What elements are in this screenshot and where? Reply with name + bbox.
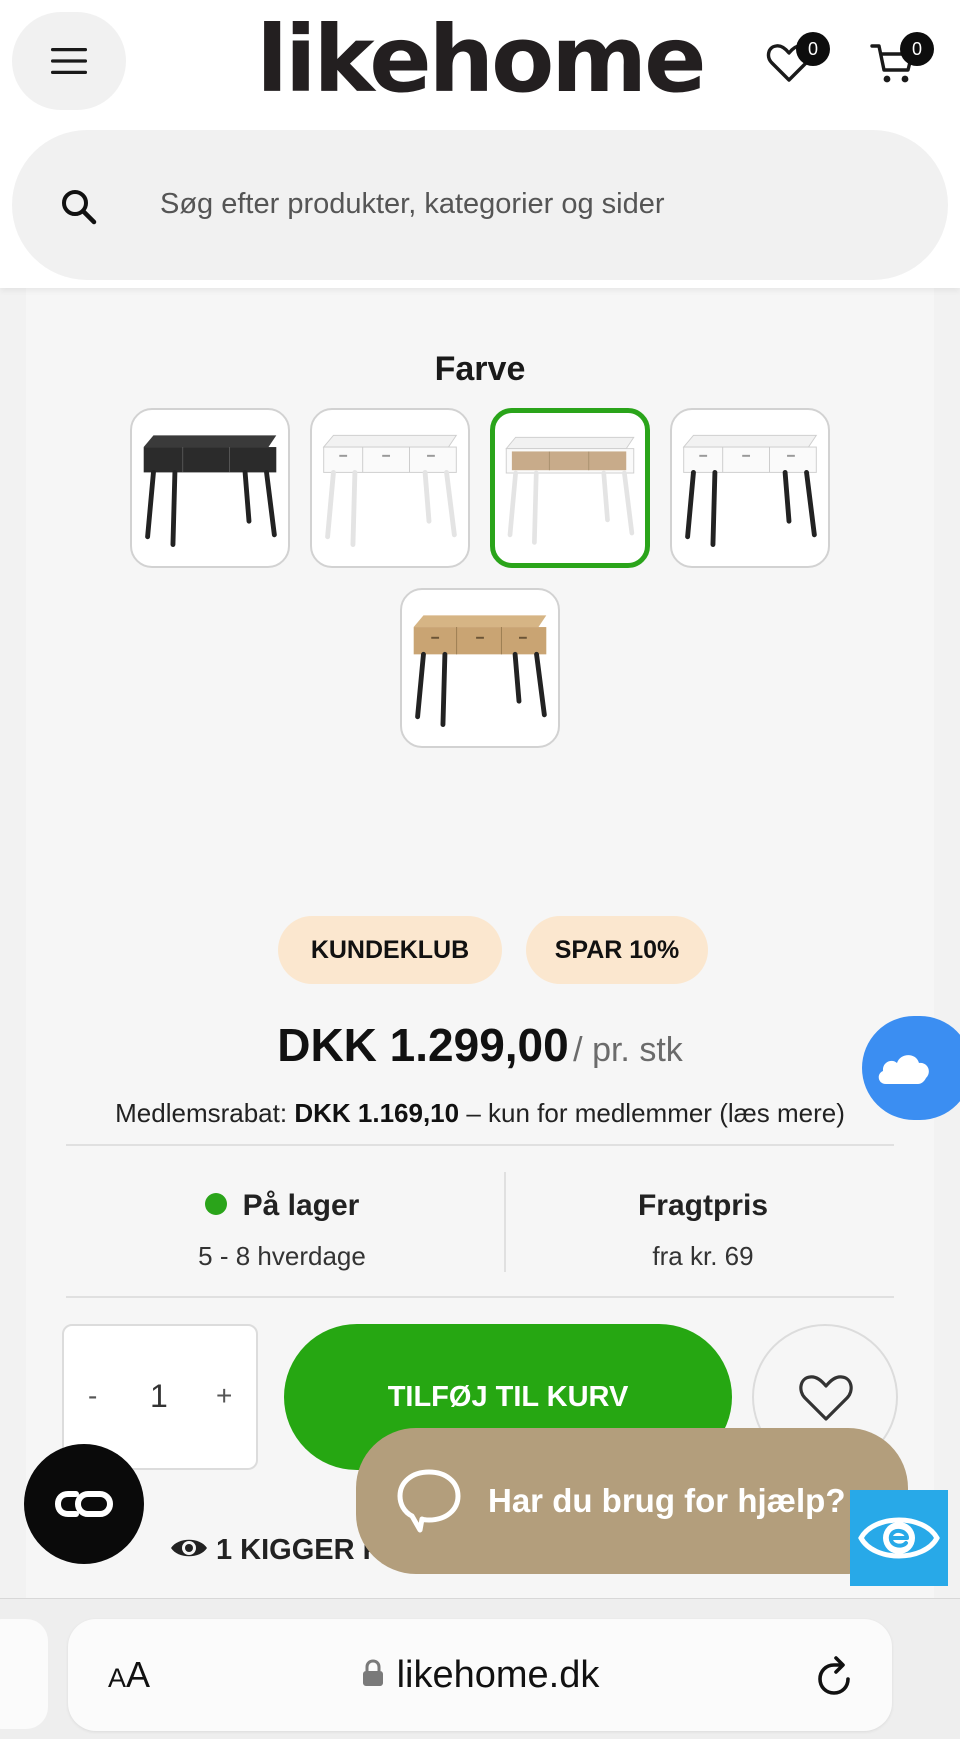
in-stock-dot-icon [204, 1193, 227, 1216]
member-discount[interactable]: Medlemsrabat: DKK 1.169,10 – kun for med… [26, 1098, 934, 1129]
heart-icon [799, 1375, 853, 1421]
desk-image [505, 436, 635, 545]
desk-image [322, 434, 458, 547]
search-icon [62, 190, 97, 225]
wishlist-count-badge: 0 [796, 32, 830, 66]
qty-value[interactable]: 1 [150, 1374, 168, 1418]
vertical-divider [504, 1172, 506, 1272]
qty-minus-button[interactable]: - [88, 1374, 97, 1418]
wishlist-button[interactable]: 0 [766, 32, 830, 92]
help-chat-button[interactable]: Har du brug for hjælp? [356, 1428, 908, 1574]
qty-plus-button[interactable]: + [216, 1374, 232, 1418]
cart-button[interactable]: 0 [870, 32, 934, 92]
cloud-icon [878, 1055, 929, 1084]
color-label: Farve [434, 350, 526, 388]
product-panel: Farve KUNDEKLUB SPAR 10% DKK 1.299,00 / … [26, 288, 934, 1598]
site-header: likehome 0 0 Søg efter produkter, katego… [0, 0, 960, 288]
freight-title: Fragtpris [637, 1189, 769, 1222]
url-text: likehome.dk [396, 1654, 600, 1696]
cart-count-badge: 0 [900, 32, 934, 66]
price-row: DKK 1.299,00 / pr. stk [26, 1018, 934, 1072]
tag-kundeklub: KUNDEKLUB [278, 916, 502, 984]
stock-delivery: 5 - 8 hverdage [198, 1241, 366, 1271]
desk-image [143, 435, 277, 547]
color-swatch-white-oak-selected[interactable] [490, 408, 650, 568]
price-unit: / pr. stk [573, 1031, 683, 1069]
color-swatch-white-black[interactable] [670, 408, 830, 568]
divider [66, 1144, 894, 1146]
accessibility-eye-icon [858, 1517, 940, 1559]
member-suffix: – kun for medlemmer (læs mere) [466, 1098, 845, 1128]
accessibility-button[interactable] [850, 1490, 948, 1586]
color-swatch-white[interactable] [310, 408, 470, 568]
co-widget-button[interactable] [24, 1444, 144, 1564]
tag-discount: SPAR 10% [526, 916, 708, 984]
weather-widget-button[interactable] [862, 1016, 960, 1120]
desk-image [682, 434, 818, 547]
lock-icon [362, 1659, 383, 1686]
chat-bubble-icon [397, 1469, 461, 1533]
url-display[interactable]: likehome.dk [68, 1649, 892, 1701]
stock-title: På lager [242, 1189, 360, 1222]
color-swatch-black[interactable] [130, 408, 290, 568]
browser-toolbar: AA likehome.dk [0, 1598, 960, 1739]
freight-info: Fragtpris fra kr. 69 [508, 1184, 898, 1276]
desk-image [413, 615, 547, 727]
co-logo-icon [54, 1491, 113, 1517]
search-bar[interactable]: Søg efter produkter, kategorier og sider [12, 130, 948, 280]
freight-value: fra kr. 69 [652, 1241, 754, 1271]
stock-status: På lager 5 - 8 hverdage [66, 1184, 498, 1276]
help-text: Har du brug for hjælp? [488, 1482, 846, 1519]
divider [66, 1296, 894, 1298]
address-bar[interactable]: AA likehome.dk [68, 1619, 892, 1731]
search-input[interactable]: Søg efter produkter, kategorier og sider [160, 182, 665, 226]
reload-icon[interactable] [814, 1653, 856, 1697]
member-prefix: Medlemsrabat: [115, 1098, 288, 1128]
member-price: DKK 1.169,10 [294, 1098, 460, 1128]
eye-icon [171, 1540, 207, 1557]
previous-tab[interactable] [0, 1619, 48, 1729]
color-swatch-oak[interactable] [400, 588, 560, 748]
price: DKK 1.299,00 [277, 1019, 569, 1071]
